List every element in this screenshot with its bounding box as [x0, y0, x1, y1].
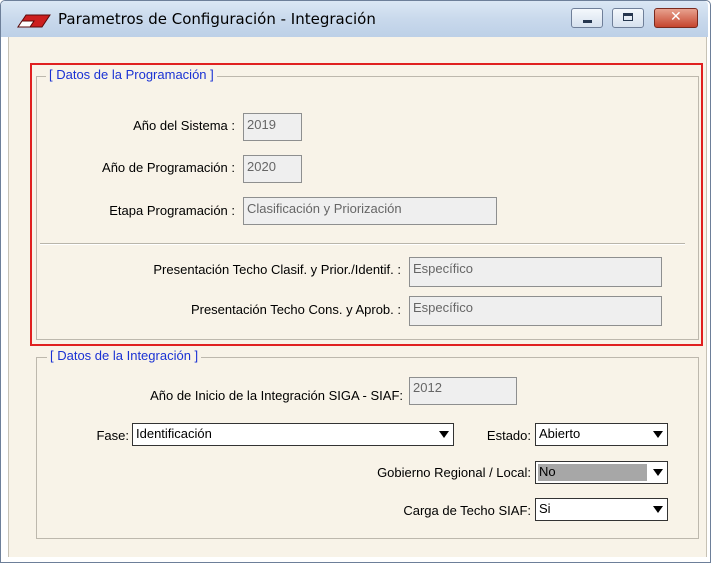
gobierno-select[interactable]: No	[535, 461, 668, 484]
fase-value: Identificación	[136, 426, 212, 441]
chevron-down-icon	[439, 431, 449, 438]
anio-inicio-field[interactable]: 2012	[409, 377, 517, 405]
integracion-legend: [ Datos de la Integración ]	[47, 348, 202, 363]
techo-clasif-field[interactable]: Específico	[409, 257, 662, 287]
estado-select[interactable]: Abierto	[535, 423, 668, 446]
maximize-icon	[623, 13, 633, 21]
techo-clasif-label: Presentación Techo Clasif. y Prior./Iden…	[153, 262, 401, 277]
carga-techo-select[interactable]: Si	[535, 498, 668, 521]
minimize-button[interactable]	[571, 8, 603, 28]
minimize-icon	[583, 20, 592, 23]
estado-label: Estado:	[486, 428, 531, 443]
anio-inicio-label: Año de Inicio de la Integración SIGA - S…	[150, 388, 403, 403]
gobierno-label: Gobierno Regional / Local:	[377, 465, 531, 480]
techo-cons-label: Presentación Techo Cons. y Aprob. :	[190, 302, 401, 317]
window-title: Parametros de Configuración - Integració…	[58, 10, 376, 28]
anio-sistema-field[interactable]: 2019	[243, 113, 302, 141]
etapa-programacion-label: Etapa Programación :	[109, 203, 235, 218]
chevron-down-icon	[653, 431, 663, 438]
programacion-legend: [ Datos de la Programación ]	[46, 67, 217, 82]
anio-programacion-field[interactable]: 2020	[243, 155, 302, 183]
anio-sistema-label: Año del Sistema :	[133, 118, 235, 133]
estado-dropdown-button[interactable]	[649, 425, 666, 444]
chevron-down-icon	[653, 506, 663, 513]
etapa-programacion-field[interactable]: Clasificación y Priorización	[243, 197, 497, 225]
carga-techo-value: Si	[539, 501, 551, 516]
fase-select[interactable]: Identificación	[132, 423, 454, 446]
techo-cons-field[interactable]: Específico	[409, 296, 662, 326]
gobierno-dropdown-button[interactable]	[649, 463, 666, 482]
chevron-down-icon	[653, 469, 663, 476]
eraser-icon	[17, 14, 51, 28]
gobierno-value: No	[538, 464, 647, 481]
close-icon: ✕	[670, 9, 682, 25]
fase-label: Fase:	[96, 428, 129, 443]
anio-programacion-label: Año de Programación :	[102, 160, 235, 175]
carga-techo-dropdown-button[interactable]	[649, 500, 666, 519]
maximize-button[interactable]	[612, 8, 644, 28]
close-button[interactable]: ✕	[654, 8, 698, 28]
separator	[40, 243, 685, 245]
estado-value: Abierto	[539, 426, 581, 441]
fase-dropdown-button[interactable]	[435, 425, 452, 444]
carga-techo-label: Carga de Techo SIAF:	[403, 503, 531, 518]
